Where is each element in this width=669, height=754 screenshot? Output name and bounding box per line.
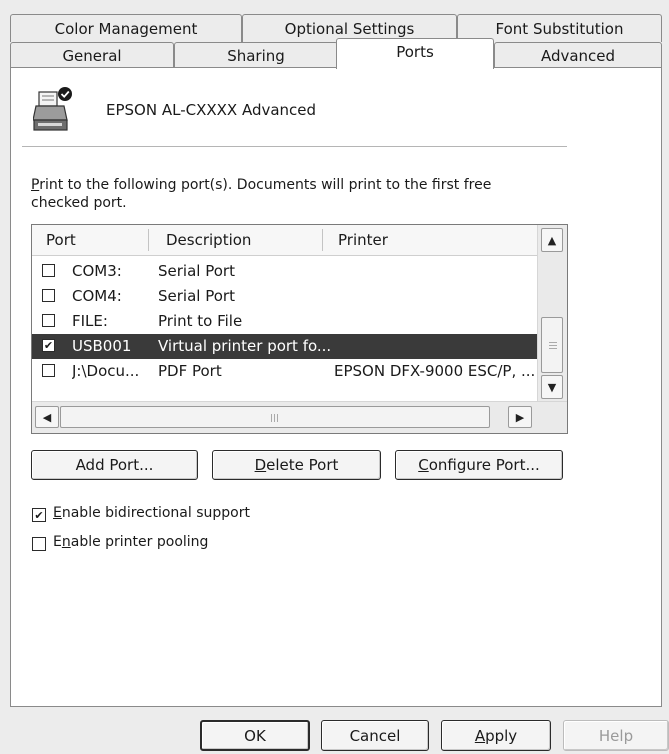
ok-button[interactable]: OK	[200, 720, 310, 751]
section-divider	[22, 146, 567, 147]
scroll-right-button[interactable]: ▶	[508, 406, 532, 428]
column-separator[interactable]	[148, 229, 149, 251]
add-port-label: Add Port...	[75, 456, 154, 474]
port-printer	[334, 284, 534, 309]
port-name: J:\Docu...	[72, 362, 140, 380]
port-description: Serial Port	[158, 262, 235, 280]
configure-port-button[interactable]: Configure Port...	[395, 450, 563, 480]
table-row-selected[interactable]: ✔ USB001 Virtual printer port fo...	[32, 334, 537, 359]
grip-icon	[271, 414, 272, 422]
scroll-down-button[interactable]: ▼	[541, 375, 563, 399]
cancel-button[interactable]: Cancel	[321, 720, 429, 751]
bidirectional-mnemonic: E	[53, 505, 62, 521]
port-checkbox[interactable]	[42, 314, 55, 327]
pooling-mnemonic: n	[61, 534, 71, 550]
table-row[interactable]: J:\Docu... PDF Port EPSON DFX-9000 ESC/P…	[32, 359, 537, 384]
port-checkbox[interactable]	[42, 264, 55, 277]
horizontal-scroll-thumb[interactable]	[60, 406, 490, 428]
column-header-port[interactable]: Port	[46, 225, 76, 255]
table-row[interactable]: COM4: Serial Port	[32, 284, 537, 309]
port-description: Print to File	[158, 312, 243, 330]
table-row[interactable]: COM3: Serial Port	[32, 259, 537, 284]
ok-label: OK	[244, 726, 266, 745]
column-header-description[interactable]: Description	[166, 225, 251, 255]
horizontal-scrollbar[interactable]: ◀ ▶	[32, 401, 567, 433]
table-row[interactable]: FILE: Print to File	[32, 309, 537, 334]
port-description: Serial Port	[158, 287, 235, 305]
instructions-text: Print to the following port(s). Document…	[31, 176, 571, 212]
port-name: FILE:	[72, 312, 108, 330]
port-printer	[334, 309, 534, 334]
apply-label: pply	[485, 726, 518, 745]
apply-mnemonic: A	[474, 726, 486, 745]
instructions-line2: checked port.	[31, 195, 127, 211]
port-name: USB001	[72, 337, 132, 355]
port-printer	[334, 259, 534, 284]
cancel-label: Cancel	[349, 726, 401, 745]
check-mark: ✔	[43, 339, 54, 352]
bidirectional-label[interactable]: Enable bidirectional support	[53, 505, 250, 521]
port-checkbox[interactable]: ✔	[42, 339, 55, 352]
configure-port-label: onfigure Port...	[428, 456, 540, 474]
port-description: Virtual printer port fo...	[158, 337, 332, 355]
instructions-mnemonic: P	[31, 177, 40, 193]
check-mark: ✔	[34, 508, 44, 522]
grip-icon	[549, 342, 557, 343]
printer-name: EPSON AL-CXXXX Advanced	[106, 101, 317, 119]
printer-pooling-checkbox[interactable]	[32, 537, 46, 551]
port-checkbox[interactable]	[42, 364, 55, 377]
bidirectional-text: nable bidirectional support	[61, 505, 250, 521]
port-description: PDF Port	[158, 362, 222, 380]
printer-properties-dialog: Color Management Optional Settings Font …	[0, 0, 669, 754]
port-name: COM4:	[72, 287, 122, 305]
pooling-text-pre: E	[53, 534, 62, 550]
column-header-printer[interactable]: Printer	[338, 225, 388, 255]
list-header: Port Description Printer	[32, 225, 537, 256]
port-checkbox[interactable]	[42, 289, 55, 302]
add-port-button[interactable]: Add Port...	[31, 450, 198, 480]
vertical-scroll-thumb[interactable]	[541, 317, 563, 373]
port-printer: EPSON DFX-9000 ESC/P, ...	[334, 362, 536, 380]
port-name: COM3:	[72, 262, 122, 280]
pooling-text: able printer pooling	[70, 534, 209, 550]
printer-pooling-label[interactable]: Enable printer pooling	[53, 534, 208, 550]
vertical-scrollbar[interactable]: ▲ ▼	[537, 225, 567, 401]
help-button[interactable]: Help	[563, 720, 669, 751]
delete-port-label: elete Port	[266, 456, 339, 474]
port-printer	[334, 334, 534, 359]
configure-port-mnemonic: C	[418, 456, 429, 474]
printer-icon	[32, 86, 73, 134]
delete-port-mnemonic: D	[254, 456, 267, 474]
scroll-left-button[interactable]: ◀	[35, 406, 59, 428]
instructions-line1: rint to the following port(s). Documents…	[39, 177, 492, 193]
delete-port-button[interactable]: Delete Port	[212, 450, 381, 480]
ports-list[interactable]: Port Description Printer COM3: Serial Po…	[31, 224, 568, 434]
bidirectional-checkbox[interactable]: ✔	[32, 508, 46, 522]
apply-button[interactable]: Apply	[441, 720, 551, 751]
scroll-up-button[interactable]: ▲	[541, 228, 563, 252]
column-separator[interactable]	[322, 229, 323, 251]
help-label: Help	[598, 726, 634, 745]
